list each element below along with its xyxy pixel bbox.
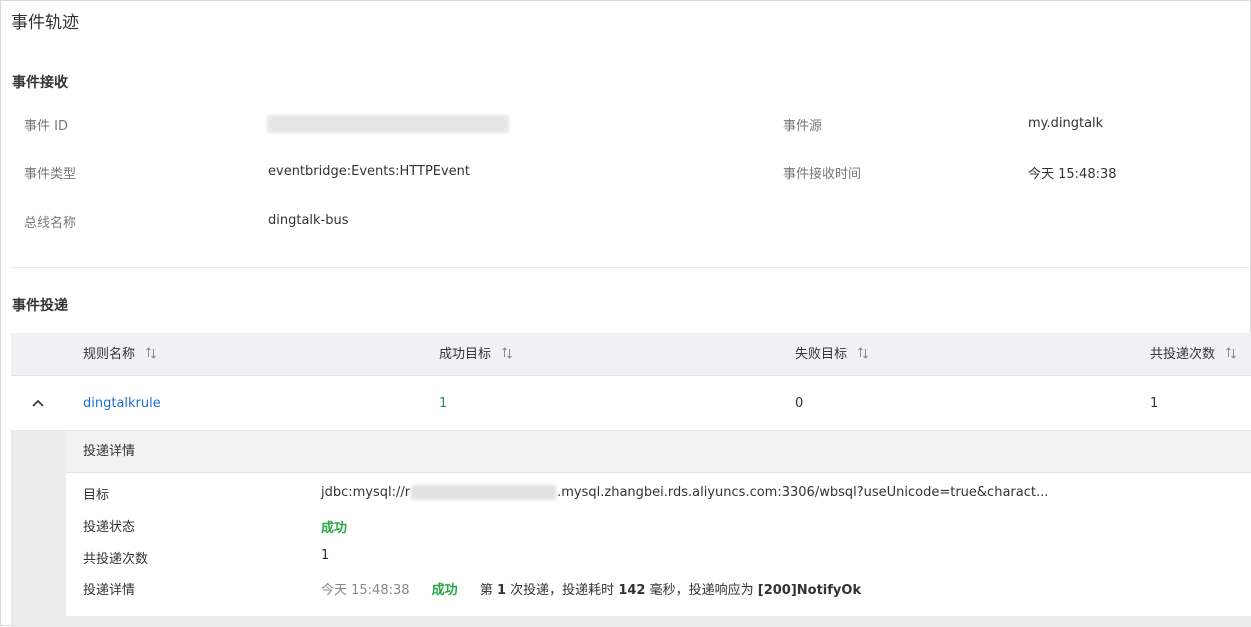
chevron-up-icon[interactable]: [31, 396, 45, 410]
delivery-log-entry: 今天 15:48:38 成功 第 1 次投递，投递耗时 142 毫秒，投递响应为…: [321, 579, 861, 598]
delivery-detail-panel: 投递详情 目标 jdbc:mysql://r .mysql.zhangbei.rd…: [66, 431, 1251, 616]
failed-target-count: 0: [795, 396, 804, 411]
column-total-deliveries[interactable]: 共投递次数: [1150, 333, 1237, 376]
delivery-log-text-3: 毫秒，投递响应为: [649, 583, 754, 598]
delivery-log-text-2: 次投递，投递耗时: [510, 583, 615, 598]
row-expanded-area: 投递详情 目标 jdbc:mysql://r .mysql.zhangbei.rd…: [11, 431, 1251, 627]
rule-name-link[interactable]: dingtalkrule: [83, 376, 161, 431]
delivery-status-value: 成功: [321, 521, 348, 536]
event-id-label: 事件 ID: [24, 119, 68, 134]
delivery-log-response: [200]NotifyOk: [757, 583, 862, 598]
column-rule-name-label: 规则名称: [83, 347, 136, 362]
delivery-log-duration: 142: [618, 583, 646, 598]
delivery-log-attempt: 1: [496, 583, 507, 598]
receive-time-label: 事件接收时间: [783, 167, 862, 182]
column-failed-target-label: 失败目标: [795, 347, 848, 362]
delivery-table-header: 规则名称 成功目标 失败目标 共投递次数: [11, 333, 1251, 376]
event-source-label: 事件源: [783, 119, 823, 134]
delivery-section-title: 事件投递: [12, 298, 68, 314]
page-title: 事件轨迹: [11, 13, 79, 33]
event-trace-panel: 事件轨迹 事件接收 事件 ID 事件源 my.dingtalk 事件类型 eve…: [0, 0, 1251, 627]
event-id-value-redacted: [267, 115, 509, 133]
event-source-value: my.dingtalk: [1028, 116, 1104, 131]
column-success-target[interactable]: 成功目标: [439, 333, 513, 376]
receive-time-value: 今天 15:48:38: [1028, 167, 1117, 182]
delivery-log-label: 投递详情: [83, 583, 136, 598]
bus-name-label: 总线名称: [24, 216, 77, 231]
delivery-count-label: 共投递次数: [83, 552, 149, 567]
column-total-deliveries-label: 共投递次数: [1150, 347, 1216, 362]
sort-icon[interactable]: [857, 347, 869, 359]
event-type-value: eventbridge:Events:HTTPEvent: [268, 164, 471, 179]
column-failed-target[interactable]: 失败目标: [795, 333, 869, 376]
target-label: 目标: [83, 488, 110, 503]
column-success-target-label: 成功目标: [439, 347, 492, 362]
receive-section-title: 事件接收: [12, 75, 68, 91]
table-row: dingtalkrule 1 0 1: [11, 376, 1251, 431]
sort-icon[interactable]: [145, 347, 157, 359]
delivery-status-label: 投递状态: [83, 520, 136, 535]
delivery-log-text-1: 第: [479, 583, 493, 598]
section-divider: [11, 267, 1250, 268]
sort-icon[interactable]: [1225, 347, 1237, 359]
success-target-count[interactable]: 1: [439, 376, 447, 431]
target-value: jdbc:mysql://r .mysql.zhangbei.rds.aliyun…: [321, 485, 1048, 500]
target-redacted: [411, 485, 557, 500]
event-type-label: 事件类型: [24, 167, 77, 182]
column-rule-name[interactable]: 规则名称: [83, 333, 157, 376]
delivery-log-time: 今天 15:48:38: [321, 583, 410, 598]
bus-name-value: dingtalk-bus: [268, 213, 349, 228]
target-suffix: .mysql.zhangbei.rds.aliyuncs.com:3306/wb…: [557, 485, 1049, 500]
sort-icon[interactable]: [501, 347, 513, 359]
delivery-count-value: 1: [321, 548, 330, 563]
target-prefix: jdbc:mysql://r: [321, 485, 411, 500]
total-deliveries-count: 1: [1150, 396, 1159, 411]
delivery-log-status: 成功: [431, 583, 458, 598]
delivery-detail-title: 投递详情: [66, 431, 1251, 473]
